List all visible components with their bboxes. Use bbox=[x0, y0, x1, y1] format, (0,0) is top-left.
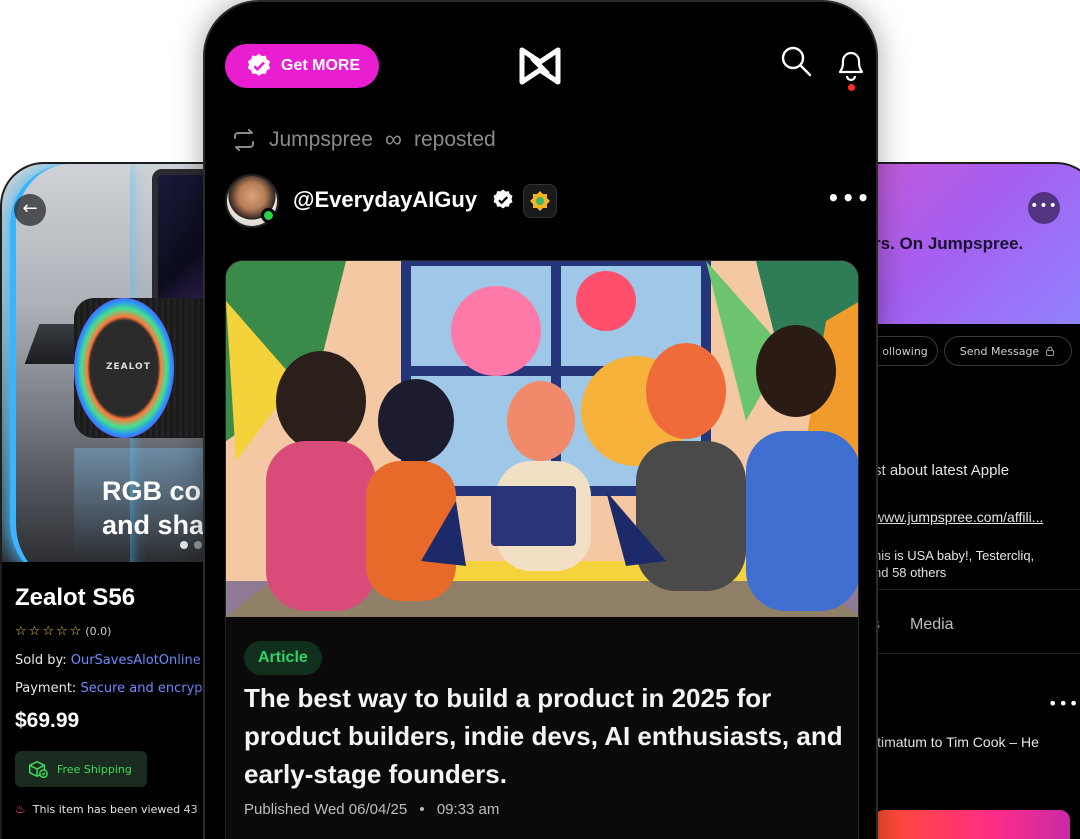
published-label: Published bbox=[244, 801, 310, 818]
banner-text: rs. On Jumpspree. bbox=[874, 234, 1024, 253]
arrow-left-icon: ← bbox=[22, 198, 38, 219]
following-label: ollowing bbox=[882, 344, 928, 358]
views-text: This item has been viewed 43 bbox=[32, 802, 198, 816]
send-message-label: Send Message bbox=[959, 344, 1040, 358]
star-icon: ☆ bbox=[15, 624, 27, 639]
bell-icon[interactable] bbox=[834, 44, 868, 82]
star-icon: ☆ bbox=[69, 624, 82, 639]
verified-icon bbox=[493, 189, 513, 209]
back-button[interactable]: ← bbox=[14, 194, 46, 226]
flame-icon: ♨ bbox=[15, 802, 26, 816]
search-icon[interactable] bbox=[779, 44, 813, 78]
product-price: $69.99 bbox=[15, 709, 80, 732]
infinity-badge: ∞ bbox=[384, 126, 402, 153]
post-time: 09:33 am bbox=[436, 801, 500, 818]
repost-action: reposted bbox=[414, 128, 496, 151]
lock-icon bbox=[1046, 346, 1055, 356]
post-text: ltimatum to Tim Cook – He bbox=[874, 734, 1039, 750]
article-tag[interactable]: Article bbox=[244, 641, 322, 675]
post-date: Wed 06/04/25 bbox=[314, 801, 408, 818]
author-row: @EverydayAIGuy ••• bbox=[225, 174, 869, 228]
jumpspree-logo[interactable] bbox=[518, 44, 562, 88]
payment-label: Payment: bbox=[15, 681, 77, 696]
views-notice: ♨ This item has been viewed 43 bbox=[15, 802, 198, 816]
reposter-name: Jumpspree bbox=[269, 128, 373, 151]
star-icon: ☆ bbox=[28, 624, 41, 639]
shipping-box-icon bbox=[29, 760, 48, 778]
divider bbox=[862, 589, 1080, 590]
sold-by: Sold by: OurSavesAlotOnline bbox=[15, 653, 201, 668]
rating-stars[interactable]: ☆ ☆ ☆ ☆ ☆ (0.0) bbox=[15, 624, 111, 639]
carousel-dots[interactable] bbox=[180, 541, 202, 549]
divider bbox=[862, 653, 1080, 654]
carousel-dot[interactable] bbox=[180, 541, 188, 549]
online-status-dot bbox=[261, 208, 276, 223]
post-title[interactable]: The best way to build a product in 2025 … bbox=[244, 679, 844, 793]
seller-link[interactable]: OurSavesAlotOnline bbox=[71, 653, 201, 668]
post-meta: Published Wed 06/04/25 • 09:33 am bbox=[244, 801, 499, 818]
repost-icon bbox=[234, 129, 254, 151]
post-more-icon[interactable]: ••• bbox=[1048, 694, 1079, 713]
payment-link[interactable]: Secure and encrypt bbox=[80, 681, 207, 696]
followers-preview[interactable]: his is USA baby!, Testercliq, nd 58 othe… bbox=[874, 547, 1034, 581]
star-icon: ☆ bbox=[42, 624, 54, 639]
speaker-brand: ZEALOT bbox=[106, 362, 151, 372]
star-icon: ☆ bbox=[55, 624, 68, 639]
send-message-button[interactable]: Send Message bbox=[944, 336, 1072, 366]
payment-info: Payment: Secure and encrypt bbox=[15, 681, 208, 696]
meta-separator: • bbox=[419, 801, 425, 818]
profile-more-button[interactable]: ••• bbox=[1028, 192, 1060, 224]
feed-phone: Get MORE Jumpspree ∞ reposted @EverydayA… bbox=[203, 0, 878, 839]
profile-banner: rs. On Jumpspree. ••• bbox=[862, 164, 1080, 324]
carousel-dot[interactable] bbox=[194, 541, 202, 549]
sold-by-label: Sold by: bbox=[15, 653, 67, 668]
rating-count: (0.0) bbox=[85, 625, 112, 638]
post-illustration[interactable] bbox=[226, 261, 859, 617]
free-shipping-label: Free Shipping bbox=[57, 762, 132, 776]
product-title: Zealot S56 bbox=[15, 584, 136, 611]
author-handle[interactable]: @EverydayAIGuy bbox=[293, 187, 477, 213]
free-shipping-badge: Free Shipping bbox=[15, 751, 147, 787]
get-more-button[interactable]: Get MORE bbox=[225, 44, 379, 88]
post-thumbnail[interactable] bbox=[874, 810, 1070, 839]
profile-phone: rs. On Jumpspree. ••• ollowing Send Mess… bbox=[860, 162, 1080, 839]
post-options-icon[interactable]: ••• bbox=[827, 186, 871, 210]
profile-link[interactable]: www.jumpspree.com/affili... bbox=[874, 509, 1043, 525]
more-dots-icon: ••• bbox=[1030, 198, 1058, 214]
get-more-label: Get MORE bbox=[281, 57, 361, 74]
tab-media[interactable]: Media bbox=[910, 616, 954, 634]
repost-header[interactable]: Jumpspree ∞ reposted bbox=[231, 126, 496, 154]
hero-caption: RGB col and sha bbox=[102, 476, 209, 540]
verified-badge-icon bbox=[247, 53, 271, 76]
level-badge-icon[interactable] bbox=[523, 184, 557, 218]
profile-bio: st about latest Apple bbox=[874, 462, 1010, 479]
post-card[interactable]: Article The best way to build a product … bbox=[225, 260, 859, 839]
notification-dot bbox=[848, 84, 855, 91]
